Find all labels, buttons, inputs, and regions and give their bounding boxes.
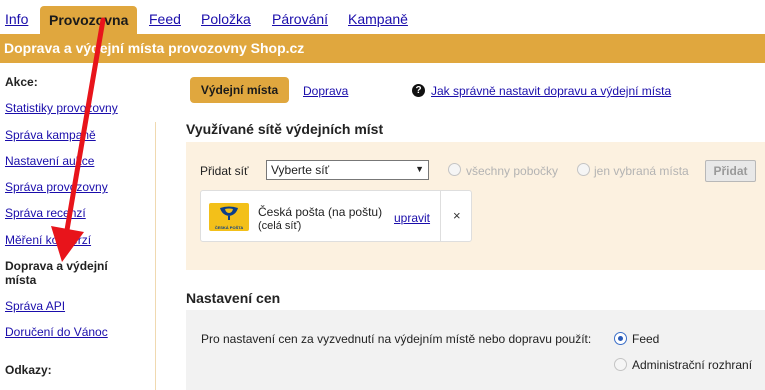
network-card-name: Česká pošta (na poštu) [258,205,383,219]
logo-text: ČESKÁ POŠTA [214,225,244,230]
top-navigation: Info Provozovna Feed Položka Párování Ka… [0,0,765,36]
radio-feed-label: Feed [632,332,660,346]
prices-label: Pro nastavení cen za vyzvednutí na výdej… [201,332,592,346]
sidebar-item-sprava-provozovny[interactable]: Správa provozovny [5,180,108,194]
network-card-scope: (celá síť) [258,220,302,232]
network-edit-link[interactable]: upravit [394,211,430,225]
networks-section-title: Využívané sítě výdejních míst [186,121,384,137]
help-link[interactable]: Jak správně nastavit dopravu a výdejní m… [431,84,671,98]
subtab-doprava[interactable]: Doprava [303,84,348,98]
radio-selected-places[interactable] [577,163,590,176]
add-network-button[interactable]: Přidat [705,160,756,182]
page-title: Doprava a výdejní místa provozovny Shop.… [0,34,765,63]
dropdown-arrow-icon: ▼ [415,164,424,174]
sidebar-actions-heading: Akce: [5,75,38,89]
sidebar-item-doruceni-do-vanoc[interactable]: Doručení do Vánoc [5,325,108,339]
tab-parovani[interactable]: Párování [272,11,328,27]
ceska-posta-logo: ČESKÁ POŠTA [209,203,249,231]
network-select[interactable]: Vyberte síť ▼ [266,160,429,180]
sidebar-divider [155,122,156,390]
sidebar-item-nastaveni-aukce[interactable]: Nastavení aukce [5,154,94,168]
tab-info[interactable]: Info [5,11,28,27]
radio-admin-label: Administrační rozhraní [632,358,753,372]
radio-all-branches[interactable] [448,163,461,176]
tab-feed[interactable]: Feed [149,11,181,27]
sidebar-item-sprava-api[interactable]: Správa API [5,299,65,313]
tab-provozovna[interactable]: Provozovna [40,6,138,36]
help-icon: ? [412,84,425,97]
tab-kampane[interactable]: Kampaně [348,11,408,27]
radio-admin[interactable] [614,358,627,371]
radio-selected-places-label: jen vybraná místa [594,164,689,178]
prices-section-title: Nastavení cen [186,290,281,306]
prices-panel: Pro nastavení cen za vyzvednutí na výdej… [186,310,765,390]
add-network-label: Přidat síť [200,164,249,178]
close-icon[interactable]: × [453,208,461,223]
network-select-value: Vyberte síť [271,163,330,177]
sidebar-item-sprava-kampane[interactable]: Správa kampaně [5,128,96,142]
radio-feed[interactable] [614,332,627,345]
sidebar-item-mereni-konverzi[interactable]: Měření konverzí [5,233,91,247]
radio-all-branches-label: všechny pobočky [466,164,559,178]
tab-polozka[interactable]: Položka [201,11,251,27]
card-divider [440,191,441,241]
sidebar-links-heading: Odkazy: [5,363,52,377]
sidebar-item-doprava-current: Doprava a výdejní místa [5,259,108,287]
subtab-vydejni-mista[interactable]: Výdejní místa [190,77,289,103]
network-card: ČESKÁ POŠTA Česká pošta (na poštu) (celá… [200,190,472,242]
sidebar: Akce: Statistiky provozovny Správa kampa… [0,63,160,390]
post-horn-icon [220,206,238,220]
sidebar-item-statistiky[interactable]: Statistiky provozovny [5,101,118,115]
sidebar-item-sprava-recenzi[interactable]: Správa recenzí [5,206,86,220]
networks-panel: Přidat síť Vyberte síť ▼ všechny pobočky… [186,142,765,270]
